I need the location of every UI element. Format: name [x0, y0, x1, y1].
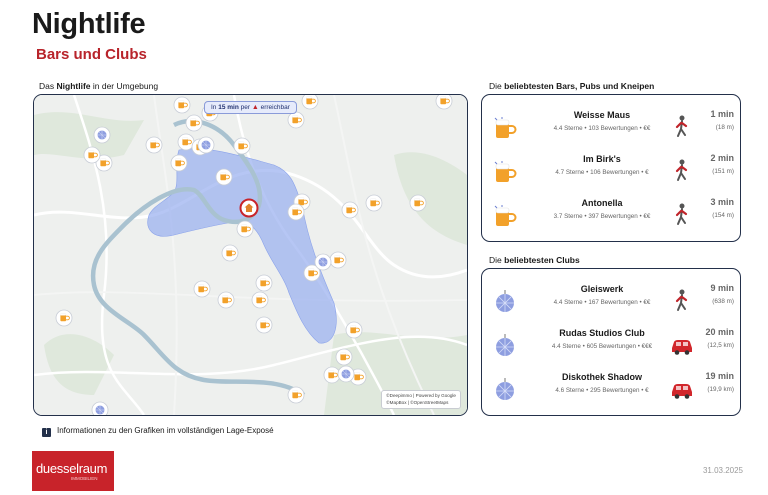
clubs-caption: Die beliebtesten Clubs: [489, 255, 580, 265]
walking-icon: [675, 115, 688, 137]
info-icon: i: [42, 428, 51, 437]
travel-distance: (12,5 km): [707, 342, 734, 349]
travel-distance: (19,9 km): [707, 386, 734, 393]
bar-meta: 4.7 Sterne • 106 Bewertungen • €: [555, 169, 649, 176]
travel-distance: (18 m): [715, 124, 734, 131]
map-canvas[interactable]: [34, 95, 467, 415]
travel-time: 19 min: [705, 371, 734, 381]
map-caption: Das Nightlife in der Umgebung: [39, 81, 159, 91]
travel-distance: (638 m): [712, 298, 734, 305]
club-name: Rudas Studios Club: [559, 328, 645, 338]
club-marker[interactable]: [314, 253, 332, 271]
bar-marker[interactable]: [173, 96, 191, 114]
reach-badge: In 15 min per ▲ erreichbar: [204, 101, 297, 114]
club-meta: 4.4 Sterne • 167 Bewertungen • €€: [553, 299, 651, 306]
car-icon: ▲: [251, 104, 259, 111]
bar-marker[interactable]: [236, 220, 254, 238]
bar-meta: 3.7 Sterne • 397 Bewertungen • €€: [553, 213, 651, 220]
bar-name: Im Birk's: [583, 154, 621, 164]
walking-icon: [675, 203, 688, 225]
club-list-item[interactable]: Rudas Studios Club 4.4 Sterne • 605 Bewe…: [482, 325, 740, 369]
bar-marker[interactable]: [145, 136, 163, 154]
club-list-item[interactable]: Diskothek Shadow 4.6 Sterne • 295 Bewert…: [482, 369, 740, 413]
beer-mug-icon: [494, 117, 517, 138]
bar-list-item[interactable]: Antonella 3.7 Sterne • 397 Bewertungen •…: [482, 195, 740, 239]
bar-marker[interactable]: [185, 114, 203, 132]
bar-marker[interactable]: [233, 137, 251, 155]
beer-mug-icon: [494, 161, 517, 182]
walking-icon: [675, 289, 688, 311]
home-marker-icon[interactable]: [239, 198, 259, 218]
bar-marker[interactable]: [255, 274, 273, 292]
club-name: Diskothek Shadow: [561, 372, 642, 382]
bar-marker[interactable]: [287, 111, 305, 129]
bar-marker[interactable]: [251, 291, 269, 309]
map-attribution: ©Deepimmo | Powered by Google ©MapBox | …: [381, 390, 461, 409]
bar-marker[interactable]: [255, 316, 273, 334]
bar-marker[interactable]: [287, 386, 305, 404]
bar-marker[interactable]: [215, 168, 233, 186]
info-note[interactable]: i Informationen zu den Grafiken im vollst…: [42, 426, 274, 437]
bar-list-item[interactable]: Im Birk's 4.7 Sterne • 106 Bewertungen •…: [482, 151, 740, 195]
walking-icon: [675, 159, 688, 181]
travel-time: 2 min: [710, 153, 734, 163]
club-marker[interactable]: [337, 365, 355, 383]
car-icon: [672, 340, 692, 355]
bar-marker[interactable]: [335, 348, 353, 366]
club-meta: 4.6 Sterne • 295 Bewertungen • €: [555, 387, 649, 394]
clubs-panel: Gleiswerk 4.4 Sterne • 167 Bewertungen •…: [481, 268, 741, 416]
bar-marker[interactable]: [170, 154, 188, 172]
bar-marker[interactable]: [217, 291, 235, 309]
beer-mug-icon: [494, 205, 517, 226]
bar-marker[interactable]: [55, 309, 73, 327]
travel-time: 1 min: [710, 109, 734, 119]
bar-marker[interactable]: [329, 251, 347, 269]
travel-time: 9 min: [710, 283, 734, 293]
bars-panel: Weisse Maus 4.4 Sterne • 103 Bewertungen…: [481, 94, 741, 242]
bar-marker[interactable]: [409, 194, 427, 212]
bar-marker[interactable]: [345, 321, 363, 339]
car-icon: [672, 384, 692, 399]
bar-name: Weisse Maus: [573, 110, 631, 120]
club-marker[interactable]: [93, 126, 111, 144]
disco-ball-icon: [496, 378, 514, 400]
bar-marker[interactable]: [341, 201, 359, 219]
bar-meta: 4.4 Sterne • 103 Bewertungen • €€: [553, 125, 651, 132]
bar-name: Antonella: [581, 198, 623, 208]
bar-marker[interactable]: [287, 203, 305, 221]
bar-marker[interactable]: [221, 244, 239, 262]
club-list-item[interactable]: Gleiswerk 4.4 Sterne • 167 Bewertungen •…: [482, 281, 740, 325]
club-meta: 4.4 Sterne • 605 Bewertungen • €€€: [551, 343, 653, 350]
travel-distance: (151 m): [712, 168, 734, 175]
disco-ball-icon: [496, 290, 514, 312]
page-title: Nightlife: [32, 8, 146, 40]
bar-list-item[interactable]: Weisse Maus 4.4 Sterne • 103 Bewertungen…: [482, 107, 740, 151]
travel-distance: (154 m): [712, 212, 734, 219]
nightlife-map[interactable]: In 15 min per ▲ erreichbar ©Deepimmo | P…: [33, 94, 468, 416]
bar-marker[interactable]: [365, 194, 383, 212]
travel-time: 20 min: [705, 327, 734, 337]
club-marker[interactable]: [91, 401, 109, 415]
club-name: Gleiswerk: [580, 284, 624, 294]
bar-marker[interactable]: [83, 146, 101, 164]
bar-marker[interactable]: [301, 95, 319, 110]
page-subtitle: Bars und Clubs: [36, 46, 147, 63]
bar-marker[interactable]: [435, 95, 453, 110]
disco-ball-icon: [496, 334, 514, 356]
bar-marker[interactable]: [193, 280, 211, 298]
footer-date: 31.03.2025: [702, 466, 743, 475]
travel-time: 3 min: [710, 197, 734, 207]
company-logo: duesselraum IMMOBILIEN: [32, 451, 114, 491]
bar-marker[interactable]: [323, 366, 341, 384]
bars-caption: Die beliebtesten Bars, Pubs und Kneipen: [489, 81, 655, 91]
bar-marker[interactable]: [177, 133, 195, 151]
club-marker[interactable]: [197, 136, 215, 154]
